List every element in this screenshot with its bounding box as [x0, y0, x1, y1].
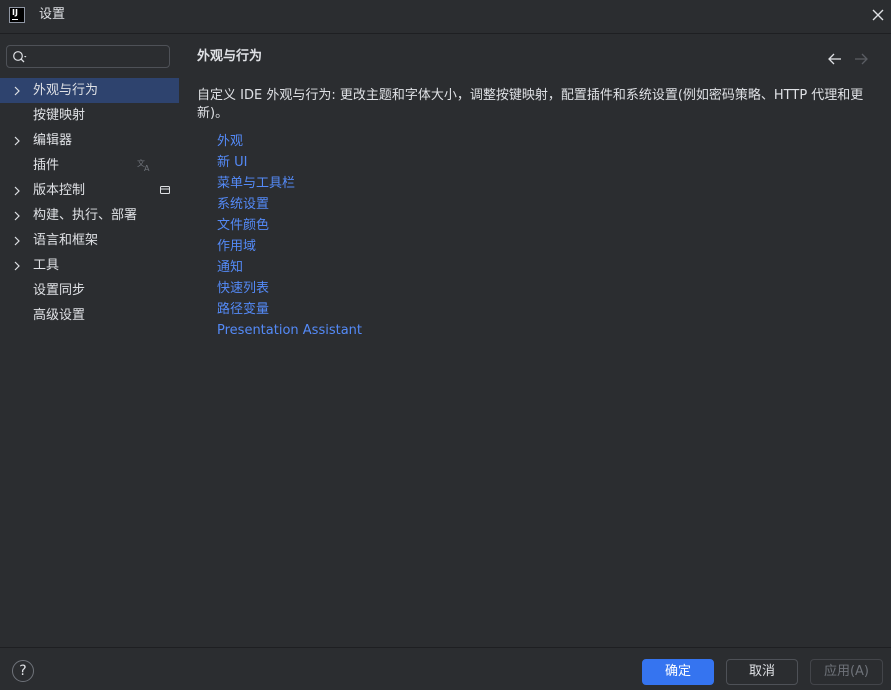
sidebar-item-label: 版本控制: [33, 183, 86, 198]
sidebar-item-label: 外观与行为: [33, 83, 99, 98]
arrow-left-icon[interactable]: [827, 52, 843, 66]
help-button[interactable]: ?: [12, 660, 34, 682]
sidebar-item-languages-frameworks[interactable]: 语言和框架: [0, 228, 179, 253]
sidebar-item-keymap[interactable]: 按键映射: [0, 103, 179, 128]
sidebar-item-label: 按键映射: [33, 108, 86, 123]
settings-sidebar: 外观与行为 按键映射 编辑器 插件 文 A 版本控制 构建、执行、部署 语言和框…: [0, 35, 179, 647]
settings-window: IJ 设置 外观与行为 按键映射 编辑器 插件 文 A 版本控制 构建、执行、部…: [0, 0, 891, 690]
sidebar-item-tools[interactable]: 工具: [0, 253, 179, 278]
chevron-right-icon[interactable]: [13, 186, 21, 196]
chevron-right-icon[interactable]: [13, 86, 21, 96]
search-icon[interactable]: [12, 50, 28, 64]
chevron-right-icon[interactable]: [13, 136, 21, 146]
sidebar-item-version-control[interactable]: 版本控制: [0, 178, 179, 203]
title-bar: IJ 设置: [0, 0, 891, 34]
settings-content: 外观与行为 自定义 IDE 外观与行为: 更改主题和字体大小，调整按键映射，配置…: [179, 35, 891, 647]
link-appearance[interactable]: 外观: [217, 131, 362, 152]
search-input[interactable]: [33, 48, 165, 65]
chevron-right-icon[interactable]: [13, 211, 21, 221]
link-path-variables[interactable]: 路径变量: [217, 299, 362, 320]
intellij-app-icon: IJ: [9, 7, 25, 23]
sidebar-item-label: 插件: [33, 158, 60, 173]
settings-tree: 外观与行为 按键映射 编辑器 插件 文 A 版本控制 构建、执行、部署 语言和框…: [0, 78, 179, 328]
ok-button[interactable]: 确定: [642, 659, 714, 685]
arrow-right-icon[interactable]: [853, 52, 869, 66]
chevron-right-icon[interactable]: [13, 236, 21, 246]
sidebar-item-editor[interactable]: 编辑器: [0, 128, 179, 153]
svg-text:A: A: [144, 164, 150, 172]
sidebar-item-label: 工具: [33, 258, 60, 273]
sidebar-item-plugins[interactable]: 插件 文 A: [0, 153, 179, 178]
sidebar-item-advanced-settings[interactable]: 高级设置: [0, 303, 179, 328]
link-system-settings[interactable]: 系统设置: [217, 194, 362, 215]
page-title: 外观与行为: [197, 49, 263, 64]
sidebar-item-build-execution-deployment[interactable]: 构建、执行、部署: [0, 203, 179, 228]
page-description: 自定义 IDE 外观与行为: 更改主题和字体大小，调整按键映射，配置插件和系统设…: [197, 88, 864, 121]
close-icon[interactable]: [869, 6, 887, 24]
sidebar-item-label: 构建、执行、部署: [33, 208, 138, 223]
chevron-right-icon[interactable]: [13, 261, 21, 271]
link-quick-lists[interactable]: 快速列表: [217, 278, 362, 299]
sidebar-item-label: 语言和框架: [33, 233, 99, 248]
apply-button[interactable]: 应用(A): [810, 659, 883, 685]
sidebar-item-label: 高级设置: [33, 308, 86, 323]
sidebar-item-label: 设置同步: [33, 283, 86, 298]
sidebar-item-label: 编辑器: [33, 133, 73, 148]
subsection-links: 外观 新 UI 菜单与工具栏 系统设置 文件颜色 作用域 通知 快速列表 路径变…: [217, 131, 362, 341]
link-presentation-assistant[interactable]: Presentation Assistant: [217, 320, 362, 341]
link-menus-toolbars[interactable]: 菜单与工具栏: [217, 173, 362, 194]
cancel-button[interactable]: 取消: [726, 659, 798, 685]
search-field[interactable]: [6, 45, 170, 68]
project-level-icon: [160, 186, 170, 194]
sidebar-item-settings-sync[interactable]: 设置同步: [0, 278, 179, 303]
link-scopes[interactable]: 作用域: [217, 236, 362, 257]
window-title: 设置: [39, 7, 66, 22]
link-notifications[interactable]: 通知: [217, 257, 362, 278]
translate-icon: 文 A: [137, 158, 150, 172]
sidebar-item-appearance-behavior[interactable]: 外观与行为: [0, 78, 179, 103]
dialog-footer: ? 确定 取消 应用(A): [0, 647, 891, 690]
link-new-ui[interactable]: 新 UI: [217, 152, 362, 173]
link-file-colors[interactable]: 文件颜色: [217, 215, 362, 236]
